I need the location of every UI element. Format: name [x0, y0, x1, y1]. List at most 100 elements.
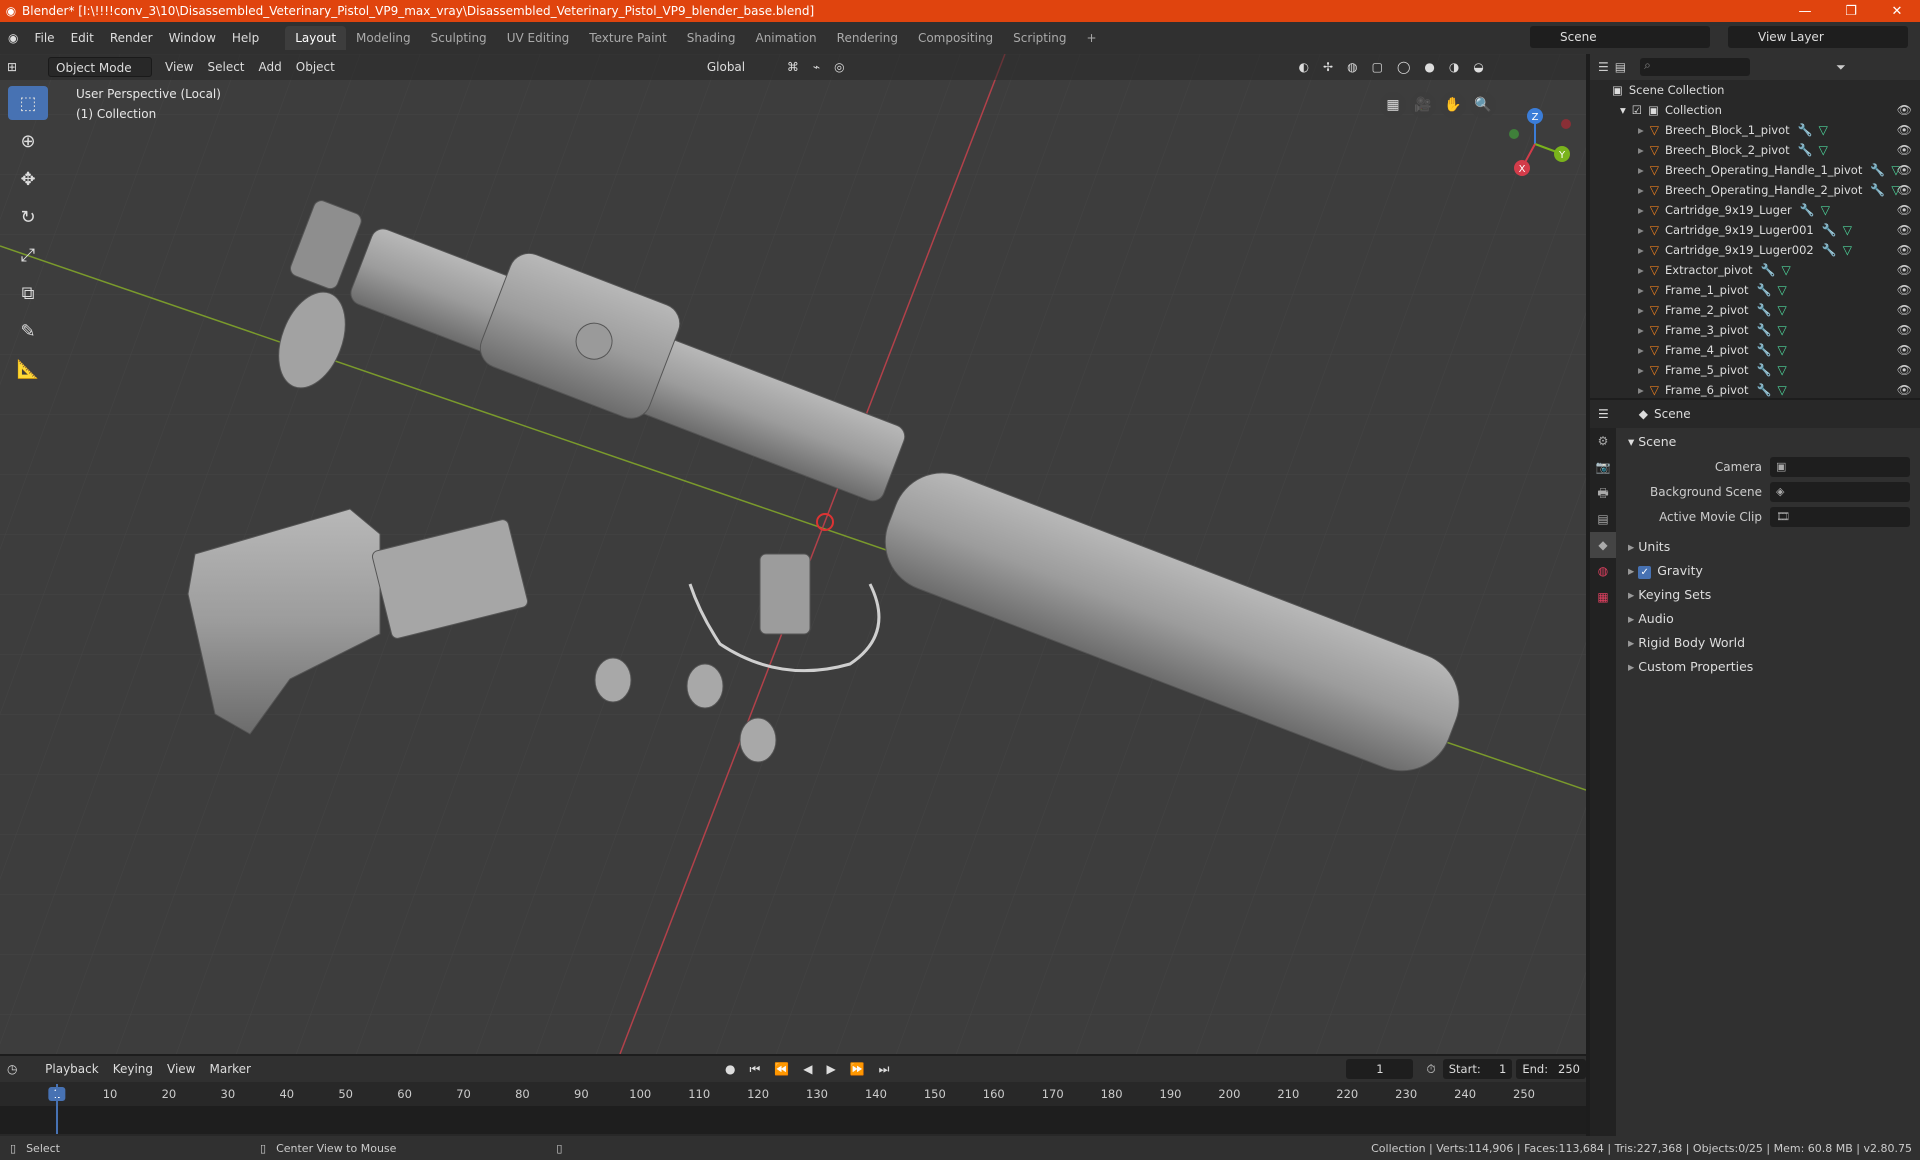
menu-edit[interactable]: Edit — [63, 27, 102, 49]
timeline-track[interactable] — [0, 1084, 1586, 1134]
expand-arrow-icon[interactable]: ▸ — [1638, 120, 1644, 140]
visibility-eye-icon[interactable]: 👁 — [1897, 240, 1912, 260]
expand-arrow-icon[interactable]: ▸ — [1638, 200, 1644, 220]
tab-uv-editing[interactable]: UV Editing — [497, 26, 580, 50]
menu-playback[interactable]: Playback — [38, 1059, 106, 1079]
toggle-grid-icon[interactable]: ▦ — [1380, 92, 1406, 118]
visibility-eye-icon[interactable]: 👁 — [1897, 360, 1912, 380]
view-layer-tab-icon[interactable]: ▤ — [1590, 506, 1616, 532]
mesh-data-icon[interactable]: ▽ — [1777, 280, 1786, 300]
modifier-wrench-icon[interactable]: 🔧 — [1757, 300, 1772, 320]
modifier-wrench-icon[interactable]: 🔧 — [1757, 360, 1772, 380]
checkbox-icon[interactable]: ☑ — [1632, 100, 1642, 120]
mesh-data-icon[interactable]: ▽ — [1782, 260, 1791, 280]
outliner-item[interactable]: ▸ ▽ Frame_5_pivot 🔧 ▽ 👁 — [1590, 360, 1920, 380]
modifier-wrench-icon[interactable]: 🔧 — [1757, 340, 1772, 360]
visibility-eye-icon[interactable]: 👁 — [1897, 200, 1912, 220]
outliner-item[interactable]: ▸ ▽ Frame_2_pivot 🔧 ▽ 👁 — [1590, 300, 1920, 320]
expand-arrow-icon[interactable]: ▸ — [1638, 240, 1644, 260]
measure-tool-icon[interactable]: 📐 — [8, 352, 48, 386]
mesh-data-icon[interactable]: ▽ — [1819, 140, 1828, 160]
expand-arrow-icon[interactable]: ▸ — [1638, 160, 1644, 180]
play-reverse-icon[interactable]: ◀ — [796, 1059, 819, 1079]
stopwatch-icon[interactable]: ⏱ — [1419, 1059, 1442, 1079]
annotate-tool-icon[interactable]: ✎ — [8, 314, 48, 348]
menu-file[interactable]: File — [26, 27, 62, 49]
tab-animation[interactable]: Animation — [745, 26, 826, 50]
mesh-data-icon[interactable]: ▽ — [1821, 200, 1830, 220]
tab-compositing[interactable]: Compositing — [908, 26, 1003, 50]
overlay-toggle-icon[interactable]: ◍ — [1340, 57, 1364, 77]
mesh-data-icon[interactable]: ▽ — [1843, 220, 1852, 240]
tab-sculpting[interactable]: Sculpting — [421, 26, 497, 50]
gizmo-neg-x[interactable] — [1561, 119, 1571, 129]
menu-marker[interactable]: Marker — [203, 1059, 258, 1079]
outliner-item[interactable]: ▸ ▽ Frame_6_pivot 🔧 ▽ 👁 — [1590, 380, 1920, 400]
mesh-data-icon[interactable]: ▽ — [1777, 320, 1786, 340]
expand-arrow-icon[interactable]: ▸ — [1638, 260, 1644, 280]
camera-field[interactable]: ▣ — [1770, 456, 1910, 477]
modifier-wrench-icon[interactable]: 🔧 — [1870, 180, 1885, 200]
menu-timeline-view[interactable]: View — [160, 1059, 202, 1079]
property-section-header[interactable]: ▸ ✓ Gravity — [1620, 559, 1916, 583]
menu-object[interactable]: Object — [289, 57, 342, 77]
playhead[interactable] — [56, 1084, 58, 1134]
editor-type-icon[interactable]: ◷ — [0, 1059, 38, 1079]
navigation-gizmo[interactable]: Z Y X — [1500, 104, 1580, 184]
outliner-item[interactable]: ▸ ▽ Breech_Operating_Handle_1_pivot 🔧 ▽ 👁 — [1590, 160, 1920, 180]
modifier-wrench-icon[interactable]: 🔧 — [1757, 380, 1772, 400]
expand-arrow-icon[interactable]: ▸ — [1638, 380, 1644, 400]
proportional-edit-icon[interactable]: ◎ — [827, 57, 851, 77]
mesh-data-icon[interactable]: ▽ — [1777, 300, 1786, 320]
visibility-eye-icon[interactable]: 👁 — [1897, 380, 1912, 400]
editor-type-icon[interactable]: ☰ — [1598, 407, 1609, 421]
next-key-icon[interactable]: ⏩ — [843, 1059, 872, 1079]
expand-arrow-icon[interactable]: ▸ — [1638, 340, 1644, 360]
mesh-data-icon[interactable]: ▽ — [1777, 340, 1786, 360]
editor-type-icon[interactable]: ⊞ — [0, 57, 40, 77]
expand-arrow-icon[interactable]: ▸ — [1638, 360, 1644, 380]
3d-viewport[interactable]: ⊞ Object Mode View Select Add Object Glo… — [0, 54, 1586, 1054]
modifier-wrench-icon[interactable]: 🔧 — [1822, 240, 1837, 260]
menu-window[interactable]: Window — [161, 27, 224, 49]
menu-render[interactable]: Render — [102, 27, 161, 49]
expand-arrow-icon[interactable]: ▾ — [1620, 100, 1626, 120]
outliner-item[interactable]: ▸ ▽ Breech_Block_1_pivot 🔧 ▽ 👁 — [1590, 120, 1920, 140]
blender-menu-icon[interactable]: ◉ — [0, 27, 26, 49]
play-icon[interactable]: ▶ — [819, 1059, 842, 1079]
expand-arrow-icon[interactable]: ▸ — [1638, 300, 1644, 320]
outliner-item[interactable]: ▸ ▽ Cartridge_9x19_Luger001 🔧 ▽ 👁 — [1590, 220, 1920, 240]
tab-rendering[interactable]: Rendering — [827, 26, 908, 50]
current-frame-field[interactable]: 1 — [1346, 1059, 1414, 1079]
visibility-eye-icon[interactable]: 👁 — [1897, 300, 1912, 320]
filter-icon[interactable]: ⏷ — [1836, 60, 1846, 75]
expand-arrow-icon[interactable]: ▸ — [1638, 220, 1644, 240]
visibility-eye-icon[interactable]: 👁 — [1897, 180, 1912, 200]
tab-shading[interactable]: Shading — [677, 26, 746, 50]
property-section-header[interactable]: ▸ Units — [1620, 535, 1916, 559]
gravity-checkbox[interactable]: ✓ — [1638, 566, 1652, 579]
mode-selector[interactable]: Object Mode — [48, 57, 152, 77]
property-section-header[interactable]: ▸ Custom Properties — [1620, 655, 1916, 679]
render-tab-icon[interactable]: 📷 — [1590, 454, 1616, 480]
texture-tab-icon[interactable]: ▦ — [1590, 584, 1616, 610]
property-section-header[interactable]: ▸ Audio — [1620, 607, 1916, 631]
modifier-wrench-icon[interactable]: 🔧 — [1822, 220, 1837, 240]
jump-start-icon[interactable]: ⏮ — [742, 1059, 767, 1079]
world-tab-icon[interactable]: ◍ — [1590, 558, 1616, 584]
search-input[interactable]: ⌕ — [1640, 58, 1751, 76]
minimize-button[interactable]: — — [1782, 4, 1828, 19]
scene-tab-icon[interactable]: ◆ — [1590, 532, 1616, 558]
scene-selector[interactable]: Scene — [1530, 26, 1710, 48]
menu-keying[interactable]: Keying — [106, 1059, 160, 1079]
scene-collection-row[interactable]: ▣ Scene Collection — [1590, 80, 1920, 100]
shading-solid-icon[interactable]: ● — [1417, 57, 1441, 77]
collection-row[interactable]: ▾ ☑ ▣ Collection 👁 — [1590, 100, 1920, 120]
menu-help[interactable]: Help — [224, 27, 267, 49]
pan-hand-icon[interactable]: ✋ — [1440, 92, 1466, 118]
tab-texture-paint[interactable]: Texture Paint — [579, 26, 676, 50]
tab-modeling[interactable]: Modeling — [346, 26, 421, 50]
outliner-item[interactable]: ▸ ▽ Cartridge_9x19_Luger002 🔧 ▽ 👁 — [1590, 240, 1920, 260]
expand-arrow-icon[interactable]: ▸ — [1638, 180, 1644, 200]
visibility-eye-icon[interactable]: 👁 — [1897, 160, 1912, 180]
